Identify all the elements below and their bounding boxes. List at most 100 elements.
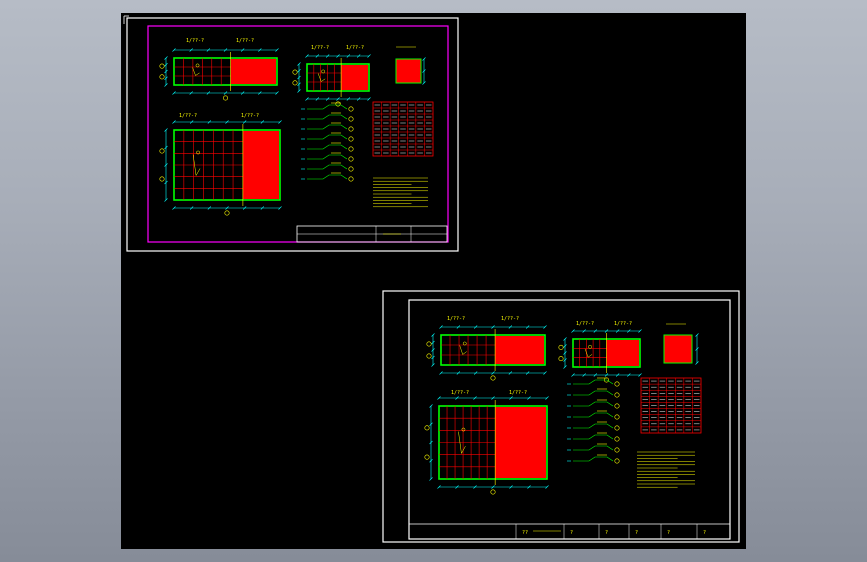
axis-bubble [348, 116, 354, 122]
axis-bubble [348, 106, 354, 112]
dimension-chain-left [164, 128, 168, 202]
plan-grid [174, 58, 231, 85]
plan-red-zone [495, 336, 544, 364]
plan-grid [307, 64, 342, 91]
axis-bubble [348, 166, 354, 172]
axis-bubble [426, 341, 432, 347]
detail-profile [573, 390, 614, 396]
floor-plan-a2 [292, 54, 371, 107]
dimension-chain-bottom [305, 97, 371, 101]
square-plan [395, 58, 422, 84]
plan-title: 1/??-? [501, 316, 519, 322]
axis-bubble [614, 381, 620, 387]
square-plan-dim [422, 57, 426, 85]
plan-title: 1/??-? [186, 38, 204, 44]
fixture-line [195, 168, 201, 176]
axis-bubble [614, 403, 620, 409]
axis-bubble [424, 425, 430, 431]
axis-bubble [159, 176, 165, 182]
plan-red-zone [230, 59, 276, 84]
sheet-a: 1/??-? 1/??-? 1/??-? 1/??-? 1/??-? 1/??-? [126, 17, 459, 252]
fixture-line [195, 72, 200, 76]
detail-profile [573, 445, 614, 451]
axis-bubble [614, 447, 620, 453]
sheet-b-title-block: ??????? [409, 523, 730, 539]
detail-profile [307, 164, 348, 170]
fixture-line [459, 345, 463, 355]
fixture-line [321, 78, 326, 82]
detail-profile [307, 114, 348, 120]
plan-grid [174, 130, 243, 200]
plan-title: 1/??-? [614, 321, 632, 327]
floor-plan-a1 [159, 48, 279, 101]
plan-title: 1/??-? [346, 45, 364, 51]
title-block-cell: ? [703, 530, 706, 536]
title-block-cell: ?? [522, 530, 528, 536]
axis-bubble [159, 74, 165, 80]
dimension-chain-bottom [571, 373, 642, 377]
fixture-head [195, 63, 200, 68]
dimension-chain-top [571, 329, 642, 333]
general-notes [373, 177, 428, 208]
axis-bubble [348, 126, 354, 132]
axis-bubble [614, 425, 620, 431]
sheet-a-title-block [296, 225, 448, 243]
axis-bubble [224, 210, 230, 216]
section-details [567, 377, 620, 464]
detail-profile [307, 104, 348, 110]
plan-title: 1/??-? [447, 316, 465, 322]
fixture-head [588, 344, 592, 349]
axis-bubble [614, 436, 620, 442]
axis-bubble [348, 146, 354, 152]
fixture-head [462, 341, 467, 346]
floor-plan-b3 [424, 396, 549, 495]
cad-drawing: 1/??-? 1/??-? 1/??-? 1/??-? 1/??-? 1/??-?????… [123, 15, 740, 543]
detail-profile [307, 134, 348, 140]
general-notes [637, 451, 695, 488]
axis-bubble [490, 489, 496, 495]
detail-profile [307, 174, 348, 180]
detail-profile [573, 434, 614, 440]
dimension-chain-bottom [172, 91, 279, 95]
axis-bubble [159, 148, 165, 154]
plan-grid [441, 335, 496, 365]
dimension-chain-left [429, 404, 433, 481]
axis-bubble [490, 375, 496, 381]
floor-plan-b1 [426, 325, 547, 381]
dimension-chain-top [437, 396, 549, 400]
schedule-table [640, 377, 702, 434]
axis-bubble [159, 63, 165, 69]
plan-title: 1/??-? [236, 38, 254, 44]
dimension-chain-left [431, 333, 435, 367]
drawing-canvas[interactable]: 1/??-? 1/??-? 1/??-? 1/??-? 1/??-? 1/??-?????… [121, 13, 746, 549]
sheet-b: ?????? ? 1/??-? 1/??-? 1/??-? 1/??-? 1/??-? 1/?… [382, 290, 740, 543]
axis-bubble [223, 95, 229, 101]
title-block-cell: ? [570, 530, 573, 536]
axis-bubble [424, 454, 430, 460]
detail-profile [573, 401, 614, 407]
axis-bubble [335, 101, 341, 107]
detail-profile [573, 423, 614, 429]
square-plan-dim [695, 333, 699, 365]
plan-title: 1/??-? [241, 113, 259, 119]
axis-bubble [292, 80, 298, 86]
plan-title: 1/??-? [179, 113, 197, 119]
dimension-chain-left [164, 56, 168, 87]
schedule-table [372, 101, 434, 157]
dimension-chain-top [172, 120, 282, 124]
plan-grid [439, 406, 496, 479]
title-block-cell: ? [605, 530, 608, 536]
plan-title: 1/??-? [576, 321, 594, 327]
axis-bubble [614, 458, 620, 464]
plan-red-zone [495, 407, 546, 478]
detail-profile [573, 456, 614, 462]
axis-bubble [614, 392, 620, 398]
axis-bubble [426, 353, 432, 359]
floor-plan-b2 [558, 329, 642, 383]
plan-red-zone [242, 131, 279, 199]
plan-title: 1/??-? [509, 390, 527, 396]
plan-red-zone [341, 65, 368, 90]
sheet-b-frame [382, 290, 740, 543]
title-block-cell: ? [635, 530, 638, 536]
axis-bubble [348, 176, 354, 182]
